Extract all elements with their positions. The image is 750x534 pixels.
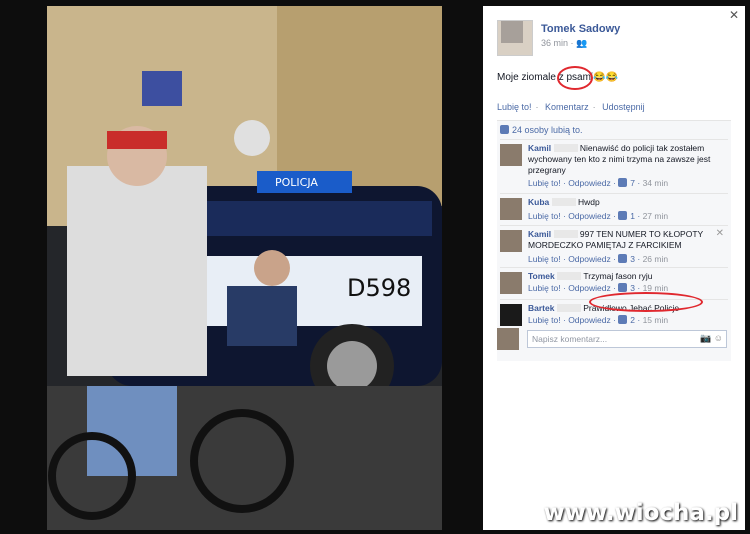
comment-author[interactable]: Tomek xyxy=(528,271,555,281)
comment-actions: Lubię to! · Odpowiedz · 3 · 26 min xyxy=(528,254,669,264)
commenter-avatar[interactable] xyxy=(500,230,522,252)
comment-author[interactable]: Bartek xyxy=(528,303,554,313)
car-sign: POLICJA xyxy=(275,176,318,189)
comment-reply[interactable]: Odpowiedz xyxy=(568,283,611,293)
comment-action[interactable]: Komentarz xyxy=(545,102,589,112)
comment-like[interactable]: Lubię to! xyxy=(528,178,561,188)
comment-author[interactable]: Kuba xyxy=(528,197,549,207)
highlight-circle-jebac xyxy=(589,292,703,312)
comment-item: Kamil Nienawiść do policji tak zostałem … xyxy=(500,139,728,192)
comment-author[interactable]: Kamil xyxy=(528,229,551,239)
comment-actions: Lubię to! · Odpowiedz · 1 · 27 min xyxy=(528,211,669,221)
comment-like[interactable]: Lubię to! xyxy=(528,283,561,293)
comments-section: 24 osoby lubią to. Kamil Nienawiść do po… xyxy=(497,120,731,361)
comment-reply[interactable]: Odpowiedz xyxy=(568,254,611,264)
comment-text: Hwdp xyxy=(578,197,600,207)
watermark: www.wiocha.pl xyxy=(543,500,738,526)
commenter-avatar[interactable] xyxy=(500,198,522,220)
thumbs-up-icon xyxy=(500,125,509,134)
comment-reply[interactable]: Odpowiedz xyxy=(568,211,611,221)
comment-like[interactable]: Lubię to! xyxy=(528,315,561,325)
comment-item: Kamil 997 TEN NUMER TO KŁOPOTY MORDECZKO… xyxy=(500,225,728,266)
audience-icon[interactable]: 👥 xyxy=(576,38,587,48)
post-actions: Lubię to! · Komentarz · Udostępnij xyxy=(497,102,645,112)
comment-like[interactable]: Lubię to! xyxy=(528,254,561,264)
comment-actions: Lubię to! · Odpowiedz · 7 · 34 min xyxy=(528,178,669,188)
likes-summary[interactable]: 24 osoby lubią to. xyxy=(500,125,583,135)
camera-icon[interactable]: 📷 ☺ xyxy=(700,333,723,344)
photo[interactable]: D598 POLICJA xyxy=(47,6,442,530)
close-icon[interactable]: ✕ xyxy=(716,228,724,239)
commenter-avatar[interactable] xyxy=(500,304,522,326)
photo-illustration: D598 POLICJA xyxy=(47,6,442,530)
comment-composer: Napisz komentarz... 📷 ☺ xyxy=(497,328,731,352)
author-name[interactable]: Tomek Sadowy xyxy=(541,23,620,35)
author-avatar[interactable] xyxy=(497,20,533,56)
post-header: Tomek Sadowy 36 min · 👥 xyxy=(497,20,737,60)
license-plate: D598 xyxy=(347,274,411,302)
comment-reply[interactable]: Odpowiedz xyxy=(568,178,611,188)
photo-lightbox: D598 POLICJA ✕ Tomek Sadowy 36 min · 👥 M… xyxy=(0,0,750,534)
comment-item: Kuba Hwdp Lubię to! · Odpowiedz · 1 · 27… xyxy=(500,193,728,224)
like-action[interactable]: Lubię to! xyxy=(497,102,532,112)
comment-reply[interactable]: Odpowiedz xyxy=(568,315,611,325)
user-avatar xyxy=(497,328,519,350)
comment-actions: Lubię to! · Odpowiedz · 2 · 15 min xyxy=(528,315,669,325)
comment-author[interactable]: Kamil xyxy=(528,143,551,153)
comment-text: Trzymaj fason ryju xyxy=(583,271,653,281)
comment-like[interactable]: Lubię to! xyxy=(528,211,561,221)
commenter-avatar[interactable] xyxy=(500,144,522,166)
emoji: 😂😂 xyxy=(593,72,619,83)
share-action[interactable]: Udostępnij xyxy=(602,102,645,112)
comment-input[interactable]: Napisz komentarz... xyxy=(527,330,727,348)
post-panel: ✕ Tomek Sadowy 36 min · 👥 Moje ziomale z… xyxy=(483,6,745,530)
post-time: 36 min · 👥 xyxy=(541,38,588,48)
commenter-avatar[interactable] xyxy=(500,272,522,294)
highlight-circle-psami xyxy=(557,66,593,90)
